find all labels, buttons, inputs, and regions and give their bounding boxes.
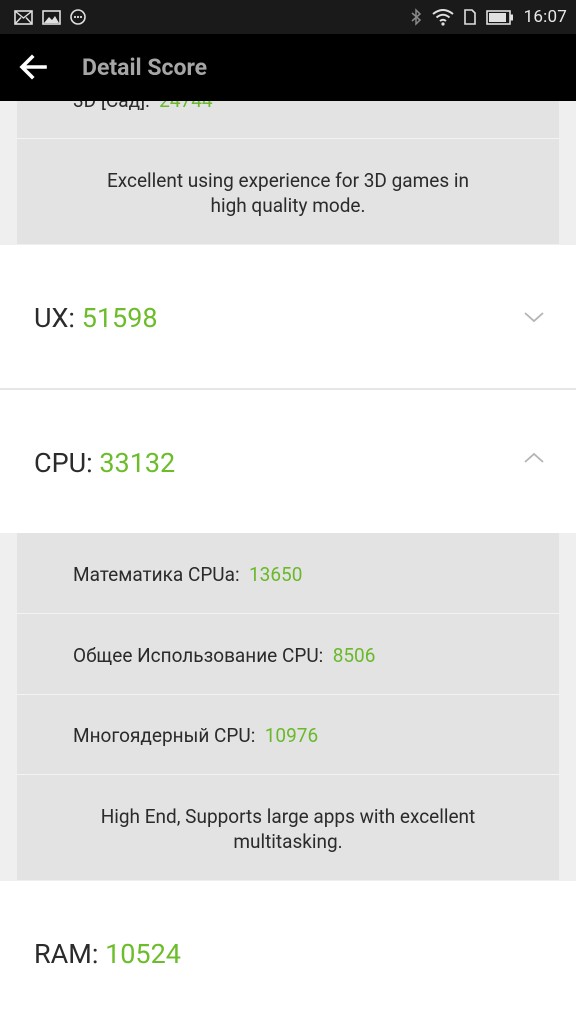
page-title: Detail Score	[82, 54, 208, 81]
notification-icons	[14, 8, 86, 26]
cpu-item-multicore: Многоядерный CPU: 10976	[73, 724, 319, 747]
arrow-left-icon	[19, 54, 47, 80]
cpu-item-common: Общее Использование CPU: 8506	[73, 644, 376, 667]
sim-icon	[463, 9, 476, 25]
gpu-item-value: 24744	[159, 101, 212, 112]
ram-score-row[interactable]: RAM: 10524	[0, 881, 576, 1024]
cpu-score: CPU: 33132	[34, 447, 176, 479]
status-bar: 16:07	[0, 0, 576, 34]
back-button[interactable]	[18, 52, 52, 84]
message-icon	[70, 9, 86, 25]
gpu-item-label: 3D [Сад]:	[73, 101, 150, 112]
divider	[17, 613, 559, 614]
mail-icon	[14, 9, 33, 25]
chevron-up-icon[interactable]	[522, 446, 546, 470]
divider	[17, 694, 559, 695]
wifi-icon	[432, 8, 454, 26]
chevron-down-icon[interactable]	[522, 305, 546, 329]
gpu-item-garden: 3D [Сад]: 24744	[73, 101, 213, 112]
app-bar: Detail Score	[0, 34, 576, 101]
cpu-score-value: 33132	[99, 447, 176, 479]
image-icon	[42, 9, 61, 25]
battery-icon	[485, 9, 513, 25]
divider	[17, 774, 559, 775]
divider	[17, 138, 559, 139]
cpu-description: High End, Supports large apps with excel…	[100, 805, 476, 853]
system-icons: 16:07	[410, 6, 567, 28]
gpu-description: Excellent using experience for 3D games …	[106, 169, 469, 217]
clock: 16:07	[523, 7, 567, 27]
ux-score-row[interactable]: UX: 51598	[0, 245, 576, 388]
score-list[interactable]: 3D [Сад]: 24744 Excellent using experien…	[0, 101, 576, 1024]
ram-score: RAM: 10524	[34, 938, 181, 970]
bluetooth-icon	[411, 8, 421, 26]
ux-score-value: 51598	[81, 302, 158, 334]
ram-score-value: 10524	[105, 938, 181, 970]
cpu-item-math: Математика CPUа: 13650	[73, 563, 303, 586]
ux-score: UX: 51598	[34, 302, 158, 334]
cpu-score-row[interactable]: CPU: 33132	[0, 390, 576, 533]
